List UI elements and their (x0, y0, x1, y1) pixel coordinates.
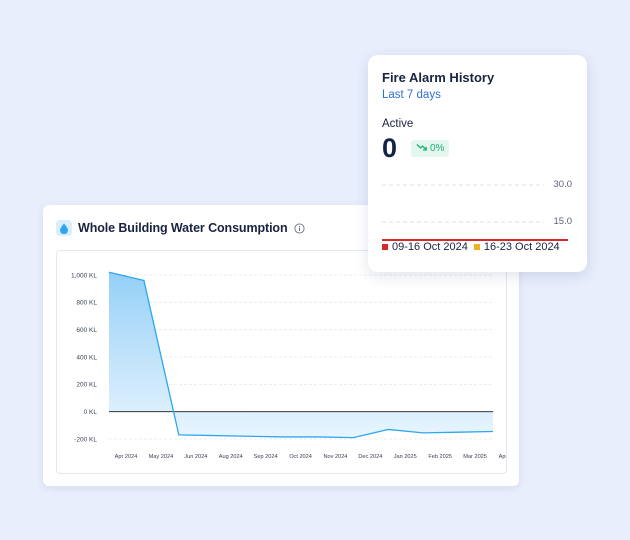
y-tick-label: 600 KL (76, 327, 97, 334)
legend-item[interactable]: 09-16 Oct 2024 (382, 241, 468, 253)
x-tick-label: Apr 2025 (499, 454, 506, 460)
legend-item[interactable]: 16-23 Oct 2024 (473, 241, 560, 253)
x-tick-label: Jan 2025 (394, 454, 417, 460)
water-consumption-chart: 1,000 KL 800 KL 600 KL 400 KL 200 KL 0 KL -200… (71, 271, 506, 460)
x-tick-label: Nov 2024 (323, 454, 347, 460)
x-tick-label: Dec 2024 (358, 454, 382, 460)
fire-mini-chart (382, 184, 568, 241)
x-tick-label: Aug 2024 (219, 454, 243, 460)
legend-swatch-red (382, 244, 388, 250)
y-tick-label: 400 KL (76, 354, 97, 361)
x-tick-label: Feb 2025 (428, 454, 452, 460)
fire-legend: 09-16 Oct 2024 16-23 Oct 2024 (382, 241, 566, 253)
y-tick-label: 200 KL (76, 382, 97, 389)
x-tick-label: Apr 2024 (115, 454, 138, 460)
legend-label: 09-16 Oct 2024 (392, 241, 468, 253)
y-tick-label: 1,000 KL (71, 272, 97, 279)
x-tick-label: Oct 2024 (289, 454, 312, 460)
water-card-header: Whole Building Water Consumption (56, 219, 305, 237)
fire-tick-label: 30.0 (553, 179, 573, 190)
legend-swatch-yellow (473, 244, 480, 250)
fire-tick-label: 15.0 (553, 216, 573, 227)
x-tick-label: Sep 2024 (254, 454, 278, 460)
legend-label: 16-23 Oct 2024 (483, 241, 560, 253)
water-card-title: Whole Building Water Consumption (78, 221, 288, 235)
water-chart-frame: 1,000 KL 800 KL 600 KL 400 KL 200 KL 0 KL -200… (56, 250, 507, 474)
y-tick-label: -200 KL (74, 436, 97, 443)
series-area (109, 272, 493, 438)
x-tick-label: Jun 2024 (184, 454, 207, 460)
x-tick-label: May 2024 (149, 454, 174, 460)
fire-alarm-card: Fire Alarm History Last 7 days Active 0 … (368, 55, 587, 272)
water-drop-icon (56, 220, 72, 236)
y-tick-label: 0 KL (84, 409, 98, 416)
x-tick-label: Mar 2025 (463, 454, 487, 460)
y-tick-label: 800 KL (76, 300, 97, 307)
info-icon[interactable] (293, 222, 305, 234)
